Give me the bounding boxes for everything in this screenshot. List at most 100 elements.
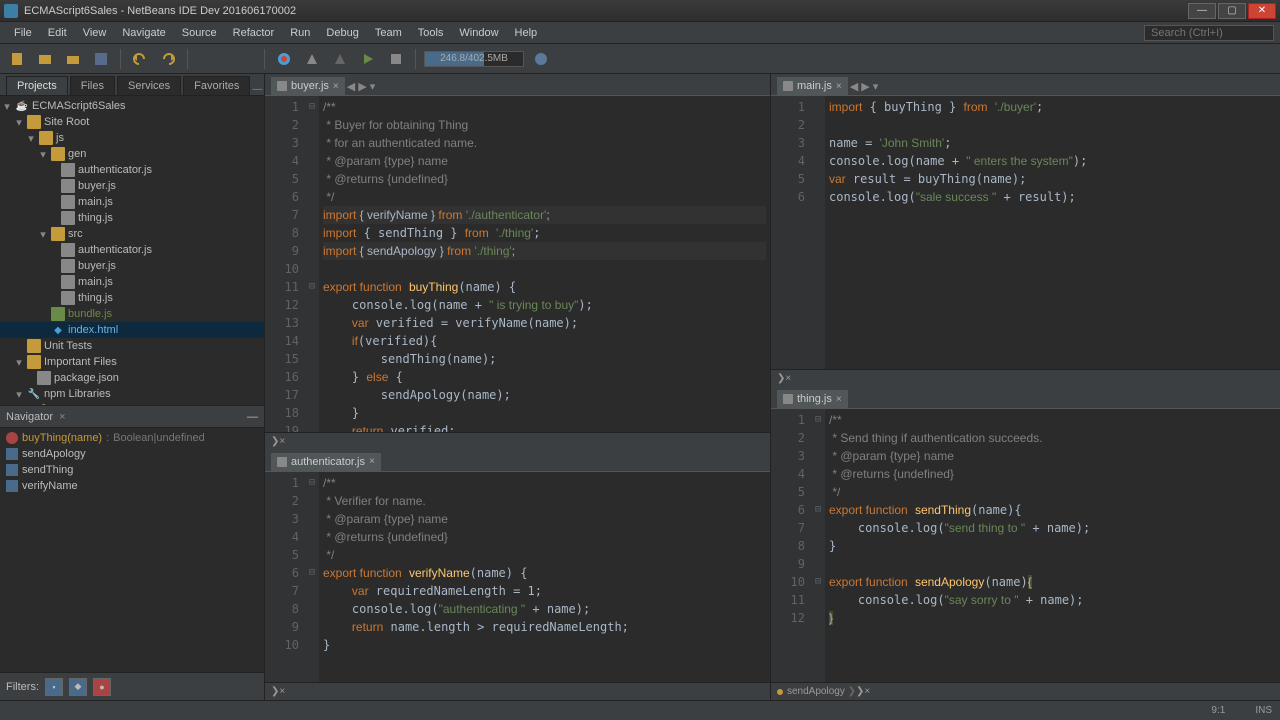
navigator-close-icon[interactable]: × bbox=[59, 411, 65, 423]
tree-file[interactable]: thing.js bbox=[0, 210, 264, 226]
tree-package[interactable]: package.json bbox=[0, 370, 264, 386]
browser-icon[interactable] bbox=[273, 48, 295, 70]
auth-breadcrumb[interactable]: ❯× bbox=[265, 682, 770, 700]
minimize-pane-button[interactable]: — bbox=[250, 84, 264, 95]
buyer-editor[interactable]: 1234567891011121314151617181920 ⊟ ⊟ /** … bbox=[265, 96, 770, 432]
tab-files[interactable]: Files bbox=[70, 76, 115, 95]
maximize-button[interactable]: ▢ bbox=[1218, 3, 1246, 19]
gutter: 123456 bbox=[771, 96, 811, 369]
new-file-button[interactable] bbox=[6, 48, 28, 70]
titlebar: ECMAScript6Sales - NetBeans IDE Dev 2016… bbox=[0, 0, 1280, 22]
code-area[interactable]: /** * Verifier for name. * @param {type}… bbox=[319, 472, 770, 682]
open-button[interactable] bbox=[62, 48, 84, 70]
tree-js[interactable]: ▾js bbox=[0, 130, 264, 146]
build-button[interactable] bbox=[301, 48, 323, 70]
buyer-breadcrumb[interactable]: ❯× bbox=[265, 432, 770, 450]
run-button[interactable] bbox=[357, 48, 379, 70]
close-button[interactable]: ✕ bbox=[1248, 3, 1276, 19]
code-area[interactable]: /** * Send thing if authentication succe… bbox=[825, 409, 1280, 682]
menu-tools[interactable]: Tools bbox=[410, 25, 452, 41]
tree-file[interactable]: buyer.js bbox=[0, 178, 264, 194]
clean-build-button[interactable] bbox=[329, 48, 351, 70]
close-icon[interactable]: × bbox=[279, 436, 285, 447]
tree-siteroot[interactable]: ▾Site Root bbox=[0, 114, 264, 130]
menu-source[interactable]: Source bbox=[174, 25, 225, 41]
editor-split-icon[interactable]: ◀ ▶ ▾ bbox=[848, 78, 881, 95]
tree-file[interactable]: main.js bbox=[0, 194, 264, 210]
tab-thing[interactable]: thing.js× bbox=[777, 390, 848, 408]
nav-item[interactable]: buyThing(name) : Boolean|undefined bbox=[0, 430, 264, 446]
new-project-button[interactable] bbox=[34, 48, 56, 70]
tree-file[interactable]: buyer.js bbox=[0, 258, 264, 274]
nav-item[interactable]: sendApology bbox=[0, 446, 264, 462]
thing-editor[interactable]: 123456789101112 ⊟ ⊟ ⊟ /** * Send thing i… bbox=[771, 409, 1280, 682]
global-search-input[interactable] bbox=[1144, 25, 1274, 41]
code-area[interactable]: import { buyThing } from './buyer'; name… bbox=[825, 96, 1280, 369]
filter-button-3[interactable]: ● bbox=[93, 678, 111, 696]
close-tab-icon[interactable]: × bbox=[333, 81, 339, 92]
insert-mode: INS bbox=[1255, 705, 1272, 716]
menu-window[interactable]: Window bbox=[451, 25, 506, 41]
nav-item[interactable]: sendThing bbox=[0, 462, 264, 478]
tree-unittests[interactable]: Unit Tests bbox=[0, 338, 264, 354]
menu-navigate[interactable]: Navigate bbox=[114, 25, 173, 41]
toolbar: 246.8/402.5MB bbox=[0, 44, 1280, 74]
tree-bundle[interactable]: bundle.js bbox=[0, 306, 264, 322]
menu-edit[interactable]: Edit bbox=[40, 25, 75, 41]
tree-important[interactable]: ▾Important Files bbox=[0, 354, 264, 370]
menu-file[interactable]: File bbox=[6, 25, 40, 41]
filter-button-2[interactable]: ◆ bbox=[69, 678, 87, 696]
main-editor[interactable]: 123456 import { buyThing } from './buyer… bbox=[771, 96, 1280, 369]
minimize-button[interactable]: — bbox=[1188, 3, 1216, 19]
menu-run[interactable]: Run bbox=[282, 25, 318, 41]
navigator-body[interactable]: buyThing(name) : Boolean|undefined sendA… bbox=[0, 428, 264, 672]
save-all-button[interactable] bbox=[90, 48, 112, 70]
tab-projects[interactable]: Projects bbox=[6, 76, 68, 95]
filter-button-1[interactable]: ▪ bbox=[45, 678, 63, 696]
menu-help[interactable]: Help bbox=[507, 25, 546, 41]
tab-services[interactable]: Services bbox=[117, 76, 181, 95]
close-tab-icon[interactable]: × bbox=[836, 81, 842, 92]
menu-team[interactable]: Team bbox=[367, 25, 410, 41]
tree-project[interactable]: ▾☕ECMAScript6Sales bbox=[0, 98, 264, 114]
editor-split-icon[interactable]: ◀ ▶ ▾ bbox=[345, 78, 378, 95]
tree-src[interactable]: ▾src bbox=[0, 226, 264, 242]
undo-button[interactable] bbox=[129, 48, 151, 70]
nav-item[interactable]: verifyName bbox=[0, 478, 264, 494]
tree-file[interactable]: authenticator.js bbox=[0, 162, 264, 178]
close-tab-icon[interactable]: × bbox=[836, 394, 842, 405]
gc-button[interactable] bbox=[530, 48, 552, 70]
tab-buyer[interactable]: buyer.js× bbox=[271, 77, 345, 95]
close-icon[interactable]: × bbox=[279, 686, 285, 697]
auth-tabs: authenticator.js× bbox=[265, 450, 770, 472]
navigator-minimize-button[interactable]: — bbox=[247, 411, 258, 423]
fold-column[interactable]: ⊟ ⊟ bbox=[305, 472, 319, 682]
menu-refactor[interactable]: Refactor bbox=[225, 25, 283, 41]
tree-file[interactable]: main.js bbox=[0, 274, 264, 290]
fold-column[interactable] bbox=[811, 96, 825, 369]
thing-breadcrumb[interactable]: sendApology❯× bbox=[771, 682, 1280, 700]
tree-gen[interactable]: ▾gen bbox=[0, 146, 264, 162]
fold-column[interactable]: ⊟ ⊟ bbox=[305, 96, 319, 432]
app-icon bbox=[4, 4, 18, 18]
authenticator-editor[interactable]: 12345678910 ⊟ ⊟ /** * Verifier for name.… bbox=[265, 472, 770, 682]
project-tree[interactable]: ▾☕ECMAScript6Sales ▾Site Root ▾js ▾gen a… bbox=[0, 96, 264, 405]
close-tab-icon[interactable]: × bbox=[369, 456, 375, 467]
close-icon[interactable]: × bbox=[785, 373, 791, 384]
tree-npm[interactable]: ▾🔧npm Libraries bbox=[0, 386, 264, 402]
tree-file[interactable]: thing.js bbox=[0, 290, 264, 306]
tree-file[interactable]: authenticator.js bbox=[0, 242, 264, 258]
code-area[interactable]: /** * Buyer for obtaining Thing * for an… bbox=[319, 96, 770, 432]
memory-meter[interactable]: 246.8/402.5MB bbox=[424, 51, 524, 67]
menu-debug[interactable]: Debug bbox=[318, 25, 366, 41]
tab-authenticator[interactable]: authenticator.js× bbox=[271, 453, 381, 471]
close-icon[interactable]: × bbox=[864, 686, 870, 697]
fold-column[interactable]: ⊟ ⊟ ⊟ bbox=[811, 409, 825, 682]
menu-view[interactable]: View bbox=[75, 25, 115, 41]
tree-index[interactable]: ◆index.html bbox=[0, 322, 264, 338]
main-breadcrumb[interactable]: ❯× bbox=[771, 369, 1280, 387]
debug-button[interactable] bbox=[385, 48, 407, 70]
tab-main[interactable]: main.js× bbox=[777, 77, 848, 95]
tab-favorites[interactable]: Favorites bbox=[183, 76, 250, 95]
redo-button[interactable] bbox=[157, 48, 179, 70]
